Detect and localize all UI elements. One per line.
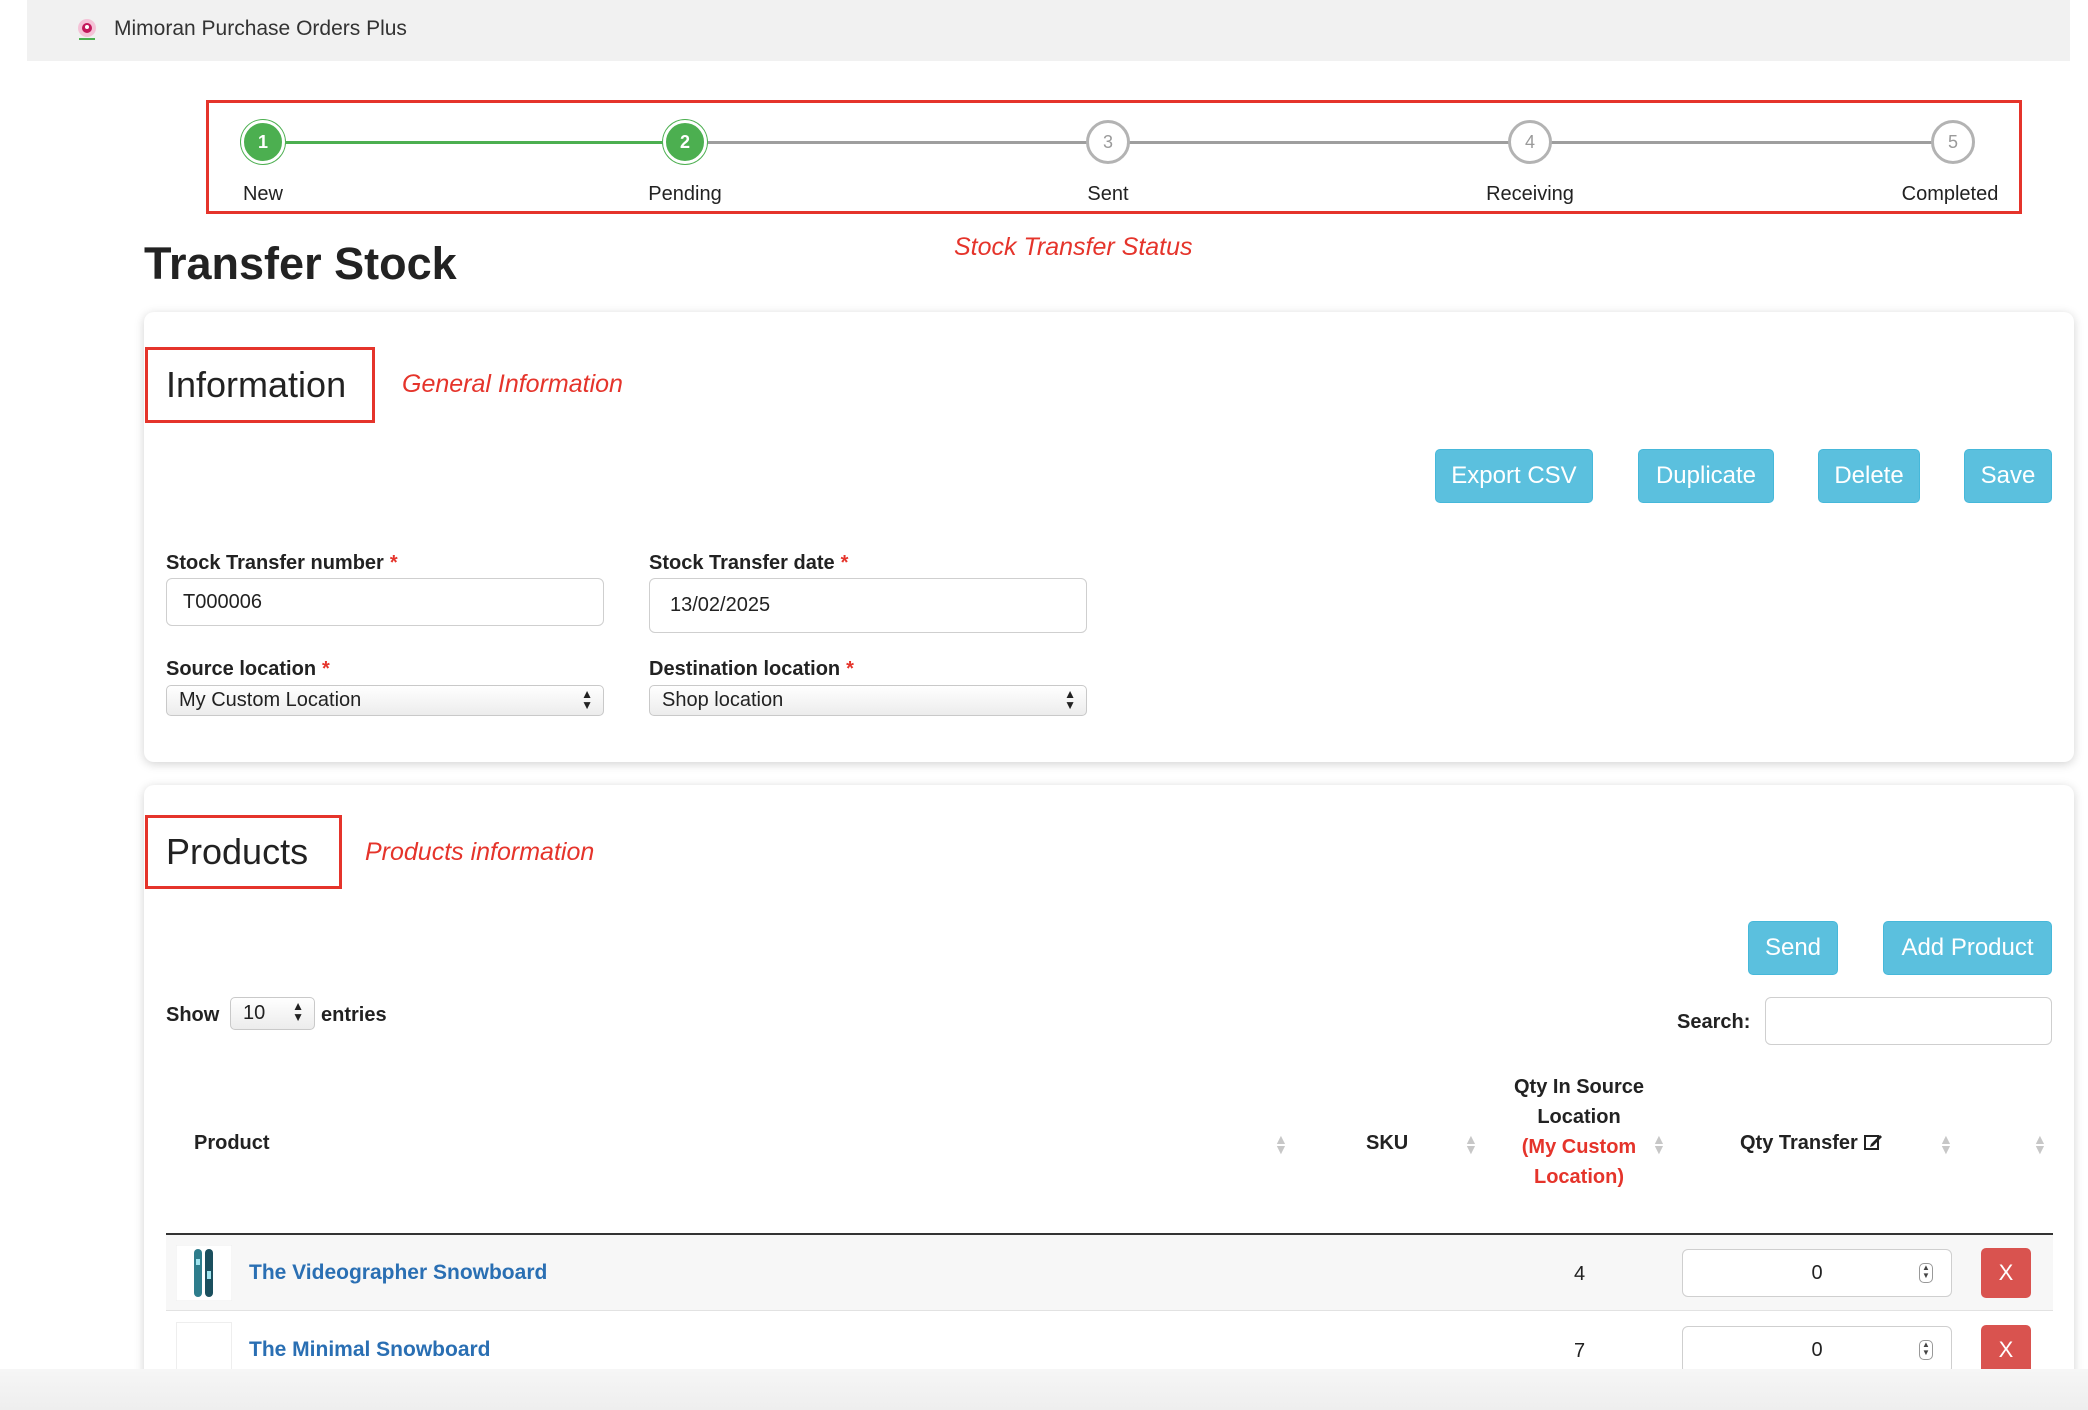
information-heading: Information bbox=[145, 347, 375, 423]
app-logo-icon bbox=[78, 19, 96, 40]
qty-transfer-value: 0 bbox=[1811, 1338, 1823, 1361]
app-title: Mimoran Purchase Orders Plus bbox=[114, 17, 407, 40]
entries-select[interactable]: 10 ▲ ▼ bbox=[230, 997, 315, 1030]
step-5-label: Completed bbox=[1901, 183, 1999, 205]
remove-row-button[interactable]: X bbox=[1981, 1248, 2031, 1298]
stepper-annotation: Stock Transfer Status bbox=[954, 233, 1193, 261]
source-location-select[interactable]: My Custom Location ▲ ▼ bbox=[166, 685, 604, 716]
destination-location-select[interactable]: Shop location ▲ ▼ bbox=[649, 685, 1087, 716]
search-input[interactable] bbox=[1765, 997, 2052, 1045]
step-5-dot: 5 bbox=[1931, 120, 1975, 164]
column-sku[interactable]: SKU bbox=[1366, 1132, 1408, 1155]
remove-row-button[interactable]: X bbox=[1981, 1325, 2031, 1375]
product-link[interactable]: The Videographer Snowboard bbox=[249, 1261, 547, 1285]
stepper-arrows-icon[interactable]: ▲ ▼ bbox=[1919, 1340, 1933, 1360]
sort-icon[interactable]: ▲ ▼ bbox=[1274, 1132, 1288, 1156]
page-bottom-strip bbox=[0, 1369, 2088, 1410]
qty-source-value: 4 bbox=[1574, 1263, 1586, 1285]
qty-transfer-input[interactable]: 0 ▲ ▼ bbox=[1682, 1249, 1952, 1297]
step-4-dot: 4 bbox=[1508, 120, 1552, 164]
destination-location-label: Destination location * bbox=[649, 658, 854, 680]
qty-transfer-input[interactable]: 0 ▲ ▼ bbox=[1682, 1326, 1952, 1374]
select-arrows-icon: ▲ ▼ bbox=[1064, 687, 1076, 712]
transfer-number-input[interactable]: T000006 bbox=[166, 578, 604, 626]
products-heading: Products bbox=[145, 815, 342, 889]
products-annotation: Products information bbox=[365, 838, 595, 866]
entries-value: 10 bbox=[243, 1002, 266, 1024]
step-3-dot: 3 bbox=[1086, 120, 1130, 164]
step-connector-done bbox=[285, 141, 685, 144]
step-1-dot: 1 bbox=[241, 120, 285, 164]
send-button[interactable]: Send bbox=[1748, 921, 1838, 975]
edit-icon bbox=[1864, 1135, 1883, 1150]
add-product-button[interactable]: Add Product bbox=[1883, 921, 2052, 975]
search-label: Search: bbox=[1677, 1011, 1751, 1033]
entries-label: entries bbox=[321, 1004, 387, 1026]
product-thumbnail bbox=[176, 1322, 232, 1372]
transfer-number-label: Stock Transfer number * bbox=[166, 552, 398, 574]
step-2-label: Pending bbox=[648, 183, 722, 205]
source-location-label: Source location * bbox=[166, 658, 330, 680]
source-location-value: My Custom Location bbox=[179, 689, 362, 711]
column-qty-source[interactable]: Qty In Source Location (My Custom Locati… bbox=[1505, 1072, 1653, 1192]
qty-source-location-text: (My Custom Location) bbox=[1521, 1136, 1637, 1188]
destination-location-value: Shop location bbox=[662, 689, 784, 711]
qty-transfer-value: 0 bbox=[1811, 1261, 1823, 1284]
stepper-arrows-icon[interactable]: ▲ ▼ bbox=[1919, 1263, 1933, 1283]
step-3-label: Sent bbox=[1087, 183, 1129, 205]
column-product[interactable]: Product bbox=[194, 1132, 270, 1155]
information-annotation: General Information bbox=[402, 370, 623, 398]
step-2-dot: 2 bbox=[663, 120, 707, 164]
transfer-date-input[interactable]: 13/02/2025 bbox=[649, 578, 1087, 633]
step-1-label: New bbox=[242, 183, 284, 205]
product-link[interactable]: The Minimal Snowboard bbox=[249, 1338, 491, 1362]
save-button[interactable]: Save bbox=[1964, 449, 2052, 503]
show-label: Show bbox=[166, 1004, 220, 1026]
select-arrows-icon: ▲ ▼ bbox=[581, 687, 593, 712]
transfer-date-label: Stock Transfer date * bbox=[649, 552, 849, 574]
duplicate-button[interactable]: Duplicate bbox=[1638, 449, 1774, 503]
export-csv-button[interactable]: Export CSV bbox=[1435, 449, 1593, 503]
product-thumbnail bbox=[176, 1245, 232, 1301]
sort-icon[interactable]: ▲ ▼ bbox=[1939, 1132, 1953, 1156]
step-4-label: Receiving bbox=[1486, 183, 1574, 205]
qty-source-value: 7 bbox=[1574, 1340, 1586, 1362]
page-title: Transfer Stock bbox=[144, 238, 457, 289]
step-connector-todo bbox=[707, 141, 1959, 144]
column-qty-transfer[interactable]: Qty Transfer bbox=[1740, 1132, 1883, 1155]
select-arrows-icon: ▲ ▼ bbox=[292, 999, 304, 1024]
sort-icon[interactable]: ▲ ▼ bbox=[1652, 1132, 1666, 1156]
sort-icon[interactable]: ▲ ▼ bbox=[2033, 1132, 2047, 1156]
sort-icon[interactable]: ▲ ▼ bbox=[1464, 1132, 1478, 1156]
qty-source-header-text: Qty In Source Location bbox=[1513, 1076, 1645, 1128]
delete-button[interactable]: Delete bbox=[1818, 449, 1920, 503]
app-header: Mimoran Purchase Orders Plus bbox=[27, 0, 2070, 61]
